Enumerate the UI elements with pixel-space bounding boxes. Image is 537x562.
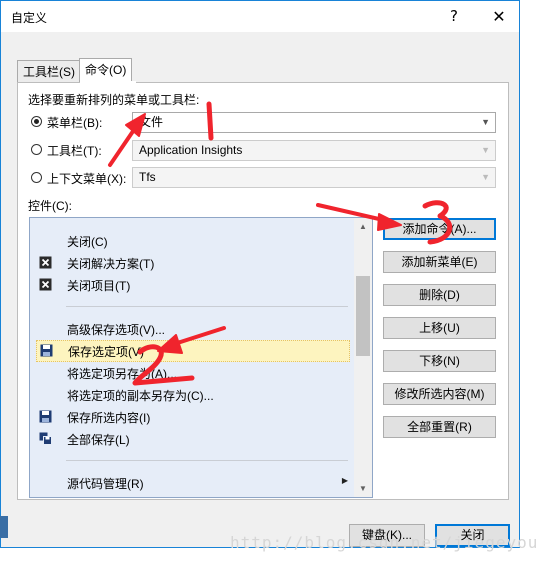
list-item[interactable]: 将选定项另存为(A)...	[30, 362, 354, 384]
list-item[interactable]: 源代码管理(R) ▶	[30, 472, 354, 494]
customize-dialog: 自定义 ? ✕ 工具栏(S) 命令(O) 选择要重新排列的菜单或工具栏: 菜单栏…	[0, 0, 520, 548]
window-title: 自定义	[11, 11, 48, 25]
list-item-label: 保存选定项(V)	[68, 345, 144, 359]
context-menu-select-value: Tfs	[139, 170, 156, 184]
list-item-label: 将选定项另存为(A)...	[67, 367, 177, 381]
delete-button[interactable]: 删除(D)	[383, 284, 496, 306]
title-bar: 自定义 ? ✕	[1, 1, 519, 32]
menubar-select[interactable]: 文件 ▼	[132, 112, 496, 133]
tab-toolbars[interactable]: 工具栏(S)	[17, 60, 81, 82]
list-item-label: 高级保存选项(V)...	[67, 323, 165, 337]
list-scrollbar[interactable]: ▲ ▼	[354, 218, 372, 497]
save-all-icon	[39, 432, 52, 445]
menubar-select-value: 文件	[139, 115, 164, 129]
tab-commands[interactable]: 命令(O)	[79, 58, 133, 83]
list-item[interactable]: 将选定项的副本另存为(C)...	[30, 384, 354, 406]
list-item-label: 关闭(C)	[67, 235, 108, 249]
modify-selection-button[interactable]: 修改所选内容(M)	[383, 383, 496, 405]
toolbar-select-value: Application Insights	[139, 143, 243, 157]
add-command-button[interactable]: 添加命令(A)...	[383, 218, 496, 240]
list-item-label: 将选定项的副本另存为(C)...	[67, 389, 214, 403]
close-project-icon	[39, 278, 52, 291]
toolbar-select[interactable]: Application Insights ▼	[132, 140, 496, 161]
list-separator	[66, 460, 348, 461]
scroll-thumb[interactable]	[356, 276, 370, 356]
controls-label: 控件(C):	[28, 199, 72, 213]
list-separator	[66, 306, 348, 307]
list-item[interactable]: 关闭解决方案(T)	[30, 252, 354, 274]
chevron-down-icon: ▼	[481, 117, 490, 127]
toolbar-label: 工具栏(T):	[47, 144, 102, 158]
menubar-radio[interactable]	[31, 116, 42, 127]
list-item-label: 源代码管理(R)	[67, 477, 144, 491]
chevron-down-icon: ▼	[481, 145, 490, 155]
list-item[interactable]: 关闭(C)	[30, 230, 354, 252]
close-solution-icon	[39, 256, 52, 269]
scroll-down-icon[interactable]: ▼	[354, 480, 372, 497]
list-item-label: 保存所选内容(I)	[67, 411, 151, 425]
scroll-up-icon[interactable]: ▲	[354, 218, 372, 235]
move-down-button[interactable]: 下移(N)	[383, 350, 496, 372]
context-menu-select[interactable]: Tfs ▼	[132, 167, 496, 188]
background-window-edge	[0, 516, 8, 538]
list-item[interactable]: 高级保存选项(V)...	[30, 318, 354, 340]
menubar-label: 菜单栏(B):	[47, 116, 103, 130]
move-up-button[interactable]: 上移(U)	[383, 317, 496, 339]
list-item-label: 全部保存(L)	[67, 433, 130, 447]
watermark: http://blog.csdn.net/jiegeyou	[230, 533, 537, 552]
list-item-label: 关闭项目(T)	[67, 279, 131, 293]
choose-menu-label: 选择要重新排列的菜单或工具栏:	[28, 93, 200, 107]
close-window-button[interactable]: ✕	[479, 1, 519, 32]
list-item[interactable]: 保存所选内容(I)	[30, 406, 354, 428]
context-menu-label: 上下文菜单(X):	[47, 172, 127, 186]
context-menu-radio[interactable]	[31, 172, 42, 183]
submenu-arrow-icon: ▶	[341, 476, 348, 485]
add-new-menu-button[interactable]: 添加新菜单(E)	[383, 251, 496, 273]
toolbar-radio[interactable]	[31, 144, 42, 155]
controls-list[interactable]: 关闭(C) 关闭解决方案(T) 关闭项目(T) 高级保存选项(V)... 保存选…	[29, 217, 373, 498]
list-item-label: 关闭解决方案(T)	[67, 257, 155, 271]
active-tab-joiner	[80, 81, 136, 83]
save-icon	[40, 344, 53, 357]
list-item[interactable]: 关闭项目(T)	[30, 274, 354, 296]
list-item[interactable]: 全部保存(L)	[30, 428, 354, 450]
chevron-down-icon: ▼	[481, 172, 490, 182]
list-item-selected[interactable]: 保存选定项(V)	[36, 340, 350, 362]
help-button[interactable]: ?	[434, 1, 474, 32]
save-icon	[39, 410, 52, 423]
reset-all-button[interactable]: 全部重置(R)	[383, 416, 496, 438]
